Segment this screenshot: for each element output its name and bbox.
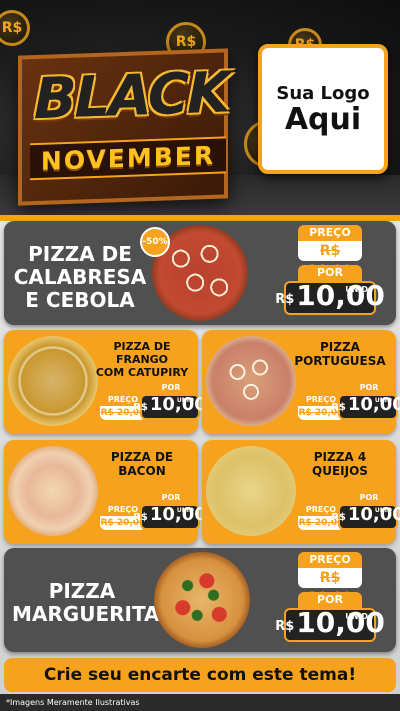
unit-label: UNID — [176, 507, 194, 514]
currency-symbol: R$ — [133, 402, 148, 413]
price-value: 10,00 — [149, 504, 207, 525]
unit-label: UNID — [345, 285, 368, 294]
logo-placeholder[interactable]: Sua Logo Aqui — [258, 44, 388, 174]
new-price: UNID R$ 10,00 — [133, 504, 207, 530]
product-name: PIZZA DE FRANGO COM CATUPIRY — [95, 340, 189, 380]
product-name: PIZZA PORTUGUESA — [294, 340, 386, 369]
price-value: 10,00 — [149, 394, 207, 415]
old-price: R$ 20,00 — [298, 568, 362, 606]
discount-badge: -50% — [140, 227, 170, 257]
product-card-bacon[interactable]: PIZZA DE BACON PREÇO R$ 20,00 POR UNID R… — [4, 440, 207, 544]
product-card-portuguesa[interactable]: PIZZA PORTUGUESA PREÇO R$ 20,00 POR UNID… — [202, 330, 400, 434]
currency-symbol: R$ — [331, 512, 346, 523]
product-card-calabresa[interactable]: PIZZA DE CALABRESA E CEBOLA -50% PREÇO R… — [4, 221, 396, 325]
footer-disclaimer: *Imagens Meramente Ilustrativas — [0, 694, 400, 711]
new-price: UNID R$ 10,00 — [331, 504, 400, 530]
unit-label: UNID — [176, 397, 194, 404]
cta-button[interactable]: Crie seu encarte com este tema! — [4, 658, 396, 692]
price-value: 10,00 — [347, 504, 400, 525]
product-card-marguerita[interactable]: PIZZA MARGUERITA PREÇO R$ 20,00 POR UNID… — [4, 548, 396, 652]
product-name: PIZZA DE CALABRESA E CEBOLA — [13, 242, 147, 312]
unit-label: UNID — [374, 507, 392, 514]
price-value: 10,00 — [347, 394, 400, 415]
price-block: PREÇO R$ 20,00 POR UNID R$ 10,00 — [298, 382, 400, 420]
price-block: PREÇO R$ 20,00 POR UNID R$ 10,00 — [298, 492, 400, 530]
logo-text-line1: Sua Logo — [276, 82, 370, 104]
preco-label: PREÇO — [298, 552, 362, 568]
price-value: 10,00 — [296, 606, 385, 639]
currency-symbol: R$ — [275, 619, 295, 634]
currency-symbol: R$ — [275, 292, 295, 307]
product-name: PIZZA 4 QUEIJOS — [312, 450, 368, 479]
pizza-image — [206, 336, 296, 426]
preco-label: PREÇO — [298, 225, 362, 241]
new-price: UNID R$ 10,00 — [275, 279, 385, 315]
unit-label: UNID — [374, 397, 392, 404]
coin-icon: R$ — [0, 10, 30, 46]
banner-title: BLACK — [34, 60, 229, 133]
old-price: R$ 20,00 — [298, 241, 362, 279]
currency-symbol: R$ — [133, 512, 148, 523]
header-banner: R$ R$ R$ R$ BLACK NOVEMBER Sua Logo Aqui — [0, 0, 400, 215]
price-value: 10,00 — [296, 279, 385, 312]
currency-symbol: R$ — [331, 402, 346, 413]
product-name: PIZZA MARGUERITA — [12, 579, 160, 626]
price-block: PREÇO R$ 20,00 POR UNID R$ 10,00 — [100, 382, 207, 420]
product-name: PIZZA DE BACON — [110, 450, 174, 479]
pizza-image — [8, 446, 98, 536]
unit-label: UNID — [345, 612, 368, 621]
product-card-frango[interactable]: PIZZA DE FRANGO COM CATUPIRY PREÇO R$ 20… — [4, 330, 207, 434]
pizza-image — [154, 552, 250, 648]
new-price: UNID R$ 10,00 — [275, 606, 385, 642]
pizza-image — [8, 336, 98, 426]
logo-text-line2: Aqui — [284, 101, 362, 137]
product-card-4-queijos[interactable]: PIZZA 4 QUEIJOS PREÇO R$ 20,00 POR UNID … — [202, 440, 400, 544]
black-november-banner: BLACK NOVEMBER — [18, 48, 229, 206]
pizza-image — [206, 446, 296, 536]
banner-subtitle: NOVEMBER — [30, 136, 226, 181]
new-price: UNID R$ 10,00 — [133, 394, 207, 420]
new-price: UNID R$ 10,00 — [331, 394, 400, 420]
price-block: PREÇO R$ 20,00 POR UNID R$ 10,00 — [275, 225, 385, 315]
price-block: PREÇO R$ 20,00 POR UNID R$ 10,00 — [275, 552, 385, 642]
price-block: PREÇO R$ 20,00 POR UNID R$ 10,00 — [100, 492, 207, 530]
